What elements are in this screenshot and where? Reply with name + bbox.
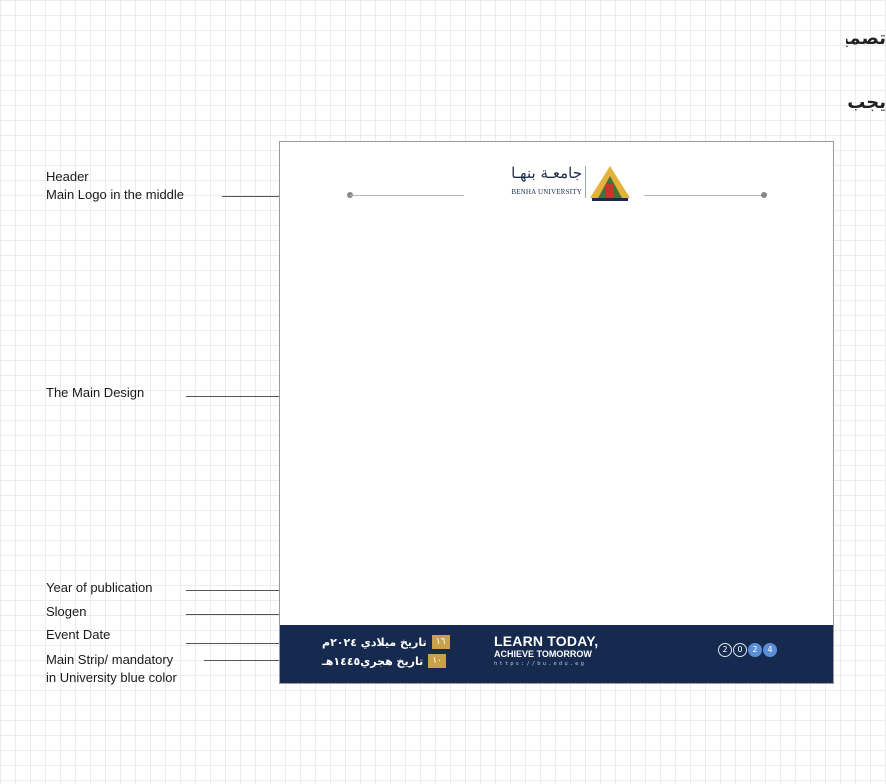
logo-arabic-text: جامعـة بنهـا bbox=[511, 164, 582, 182]
label-event-date: Event Date bbox=[46, 627, 111, 642]
year-digit: 2 bbox=[718, 643, 732, 657]
year-digit: 2 bbox=[748, 643, 762, 657]
main-strip: ١٦ تاريخ ميلادي ٢٠٢٤م ١٠ تاريخ هجري١٤٤٥ه… bbox=[280, 625, 833, 683]
header-dot-right bbox=[761, 192, 767, 198]
label-year: Year of publication bbox=[46, 580, 153, 595]
university-logo: جامعـة بنهـا BENHA UNIVERSITY bbox=[470, 164, 640, 208]
hijri-date: ١٠ تاريخ هجري١٤٤٥هـ bbox=[322, 654, 447, 668]
label-strip: Main Strip/ mandatory bbox=[46, 652, 174, 667]
hijri-day: ١٠ bbox=[428, 654, 447, 668]
label-slogan: Slogen bbox=[46, 604, 87, 619]
slogan-line-1: LEARN TODAY, bbox=[494, 633, 599, 649]
slogan-url: https://bu.edu.eg bbox=[494, 661, 586, 667]
arabic-heading-line-1: تصميم المنشور الأساسي للتواصل الإجتماعي … bbox=[846, 28, 886, 49]
year-digit: 0 bbox=[733, 643, 747, 657]
logo-separator bbox=[585, 166, 586, 198]
arabic-heading-line-2: يجب أن يحتوي المنشور على bbox=[846, 92, 886, 113]
gregorian-day: ١٦ bbox=[431, 635, 450, 649]
university-emblem-icon bbox=[590, 166, 630, 201]
slogan-line-2: ACHIEVE TOMORROW bbox=[494, 649, 592, 659]
hijri-date-text: تاريخ هجري١٤٤٥هـ bbox=[322, 654, 424, 668]
post-frame: جامعـة بنهـا BENHA UNIVERSITY ١٦ تاريخ م… bbox=[279, 141, 834, 684]
year-of-publication: 2 0 2 4 bbox=[718, 643, 777, 657]
slogan: LEARN TODAY, ACHIEVE TOMORROW https://bu… bbox=[494, 634, 624, 668]
label-strip-sub: in University blue color bbox=[46, 670, 177, 685]
gregorian-date: ١٦ تاريخ ميلادي ٢٠٢٤م bbox=[322, 635, 450, 649]
label-header-sub: Main Logo in the middle bbox=[46, 187, 185, 202]
header-line-left bbox=[350, 195, 464, 196]
logo-english-text: BENHA UNIVERSITY bbox=[511, 188, 582, 196]
header-line-right bbox=[644, 195, 762, 196]
year-digit: 4 bbox=[763, 643, 777, 657]
leader-strip bbox=[204, 660, 280, 661]
label-header: Header bbox=[46, 169, 89, 184]
label-main-design: The Main Design bbox=[46, 385, 145, 400]
gregorian-date-text: تاريخ ميلادي ٢٠٢٤م bbox=[322, 635, 427, 649]
